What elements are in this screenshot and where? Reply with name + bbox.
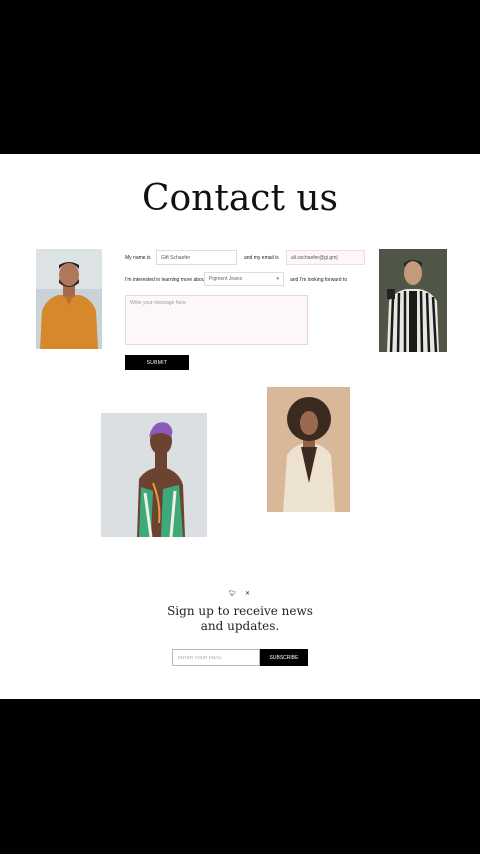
message-textarea[interactable]: Write your message here [125, 295, 308, 345]
newsletter-heading: Sign up to receive news and updates. [0, 604, 480, 634]
interest-selected-value: Pigment Jeans [209, 276, 243, 282]
interest-select[interactable]: Pigment Jeans ▾ [204, 272, 284, 286]
model-photo-beige-suit [267, 387, 350, 512]
name-label: My name is [125, 255, 151, 261]
twitter-icon[interactable]: 🐦︎ [229, 590, 237, 597]
close-icon[interactable]: ✕ [245, 590, 250, 597]
subscribe-button[interactable]: SUBSCRIBE [260, 649, 308, 666]
email-input[interactable]: ali.sschaefer@gi.gm| [286, 250, 365, 265]
chevron-down-icon: ▾ [276, 276, 279, 282]
model-photo-orange-shirt [36, 249, 102, 349]
model-photo-striped-jacket [379, 249, 447, 352]
name-input[interactable]: Gift Schaefer [156, 250, 237, 265]
looking-forward-label: and I'm looking forward to [290, 277, 348, 283]
newsletter-heading-line2: and updates. [200, 619, 280, 633]
submit-button[interactable]: SUBMIT [125, 355, 189, 370]
contact-page: Contact us My name is Gift Schaefer and … [0, 154, 480, 699]
newsletter-email-input[interactable]: ENTER YOUR EMAIL [172, 649, 260, 666]
email-label: and my email is [244, 255, 279, 261]
newsletter-heading-line1: Sign up to receive news [167, 604, 313, 618]
interest-label: I'm interested in learning more about [125, 277, 206, 283]
page-title: Contact us [141, 178, 339, 219]
model-photo-green-dress [101, 413, 207, 537]
